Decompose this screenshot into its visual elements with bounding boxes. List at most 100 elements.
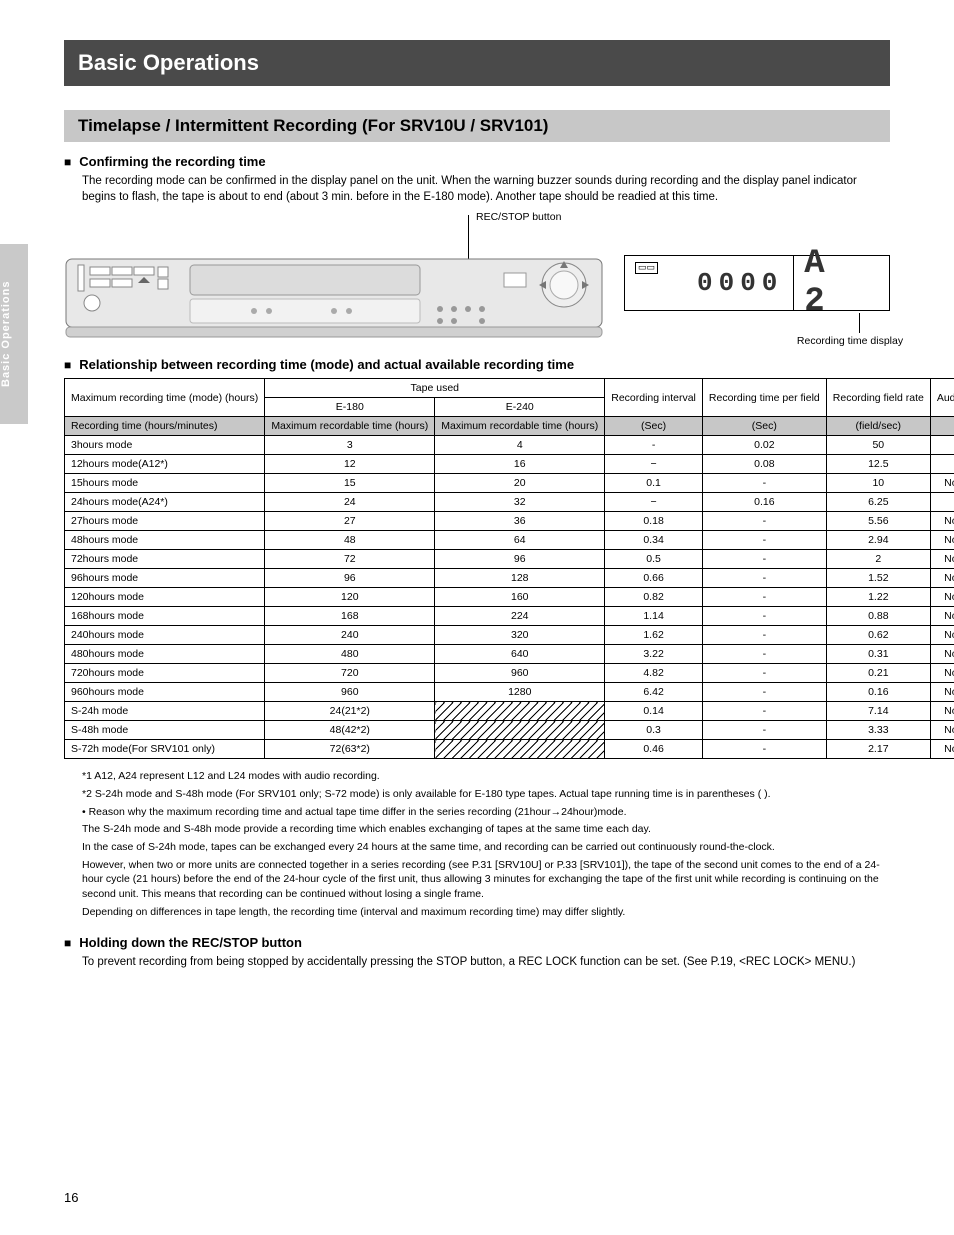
lcd-channel: A 2 xyxy=(804,245,879,321)
cell: 0.08 xyxy=(702,455,826,474)
sub-field: (field/sec) xyxy=(826,417,930,436)
th-audio: Audio recording xyxy=(930,379,954,417)
cell: 0.21 xyxy=(826,664,930,683)
lcd-label: Recording time display xyxy=(770,335,930,347)
table-row: 480hours mode4806403.22-0.31Not Possible xyxy=(65,645,954,664)
cell: 0.46 xyxy=(605,740,703,759)
cell: 224 xyxy=(435,607,605,626)
note1: *1 A12, A24 represent L12 and L24 modes … xyxy=(82,769,890,784)
cell: 0.66 xyxy=(605,569,703,588)
th-tape: Tape used xyxy=(265,379,605,398)
cell: 96 xyxy=(265,569,435,588)
cell: Not Possible xyxy=(930,569,954,588)
cell: Possible xyxy=(930,455,954,474)
cell: 20 xyxy=(435,474,605,493)
tape-icon: ▭▭ xyxy=(635,262,658,274)
table-row: 120hours mode1201600.82-1.22Not Possible xyxy=(65,588,954,607)
cell: 320 xyxy=(435,626,605,645)
lcd-display: ▭▭ 0000 A 2 xyxy=(624,255,890,311)
cell-mode: 960hours mode xyxy=(65,683,265,702)
section-title: Timelapse / Intermittent Recording (For … xyxy=(64,110,890,142)
cell: Not Possible xyxy=(930,588,954,607)
cell-mode: S-48h mode xyxy=(65,721,265,740)
cell: 0.62 xyxy=(826,626,930,645)
cell: Not Possible xyxy=(930,664,954,683)
cell-mode: 240hours mode xyxy=(65,626,265,645)
cell: 0.16 xyxy=(702,493,826,512)
cell: 2.94 xyxy=(826,531,930,550)
cell-mode: 15hours mode xyxy=(65,474,265,493)
cell: 16 xyxy=(435,455,605,474)
cell: - xyxy=(702,664,826,683)
cell: − xyxy=(605,455,703,474)
cell: 3.33 xyxy=(826,721,930,740)
cell: 960 xyxy=(435,664,605,683)
cell: 12 xyxy=(265,455,435,474)
cell: 2 xyxy=(826,550,930,569)
cell: 96 xyxy=(435,550,605,569)
subheading-table: Relationship between recording time (mod… xyxy=(64,357,890,372)
hold-body: To prevent recording from being stopped … xyxy=(82,954,890,970)
cell: Not Possible xyxy=(930,683,954,702)
cell-mode: 168hours mode xyxy=(65,607,265,626)
cell: 27 xyxy=(265,512,435,531)
cell: Not Possible xyxy=(930,740,954,759)
cell: - xyxy=(702,702,826,721)
cell: 50 xyxy=(826,436,930,455)
cell: 3.22 xyxy=(605,645,703,664)
sub-blank xyxy=(930,417,954,436)
cell: Not Possible xyxy=(930,607,954,626)
cell: - xyxy=(605,436,703,455)
cell: 24(21*2) xyxy=(265,702,435,721)
cell: 6.42 xyxy=(605,683,703,702)
subheading-confirm: Confirming the recording time xyxy=(64,154,890,169)
cell: - xyxy=(702,588,826,607)
page-number: 16 xyxy=(64,1190,78,1205)
cell: 7.14 xyxy=(826,702,930,721)
cell: 960 xyxy=(265,683,435,702)
cell: 0.14 xyxy=(605,702,703,721)
cell-mode: 3hours mode xyxy=(65,436,265,455)
cell: 0.34 xyxy=(605,531,703,550)
cell: 2.17 xyxy=(826,740,930,759)
cell: - xyxy=(702,550,826,569)
cell: 1.52 xyxy=(826,569,930,588)
table-row: S-24h mode24(21*2)0.14-7.14Not Possible xyxy=(65,702,954,721)
table-row: 24hours mode(A24*)2432−0.166.25Possible xyxy=(65,493,954,512)
sub-rectime: Recording time (hours/minutes) xyxy=(65,417,265,436)
table-row: 48hours mode48640.34-2.94Not Possible xyxy=(65,531,954,550)
cell: 720 xyxy=(265,664,435,683)
cell: 1.14 xyxy=(605,607,703,626)
table-row: S-72h mode(For SRV101 only)72(63*2)0.46-… xyxy=(65,740,954,759)
cell xyxy=(435,721,605,740)
table-row: 960hours mode96012806.42-0.16Not Possibl… xyxy=(65,683,954,702)
table-row: 240hours mode2403201.62-0.62Not Possible xyxy=(65,626,954,645)
cell: 4 xyxy=(435,436,605,455)
cell: 1.22 xyxy=(826,588,930,607)
table-row: 12hours mode(A12*)1216−0.0812.5Possible xyxy=(65,455,954,474)
note4-4: Depending on differences in tape length,… xyxy=(82,905,890,920)
callout-rec-stop: REC/STOP button xyxy=(476,211,561,223)
cell: 0.02 xyxy=(702,436,826,455)
cell: Not Possible xyxy=(930,702,954,721)
sub-sec1: (Sec) xyxy=(605,417,703,436)
cell: 160 xyxy=(435,588,605,607)
cell: 48 xyxy=(265,531,435,550)
table-row: 27hours mode27360.18-5.56Not Possible xyxy=(65,512,954,531)
cell: 1.62 xyxy=(605,626,703,645)
cell xyxy=(435,702,605,721)
cell-mode: 27hours mode xyxy=(65,512,265,531)
th-e240: E-240 xyxy=(435,398,605,417)
sub-max180: Maximum recordable time (hours) xyxy=(265,417,435,436)
table-row: 3hours mode34-0.0250Possible xyxy=(65,436,954,455)
cell: - xyxy=(702,626,826,645)
cell: 0.18 xyxy=(605,512,703,531)
cell-mode: 48hours mode xyxy=(65,531,265,550)
cell: 168 xyxy=(265,607,435,626)
cell-mode: 480hours mode xyxy=(65,645,265,664)
table-row: S-48h mode48(42*2)0.3-3.33Not Possible xyxy=(65,721,954,740)
table-row: 168hours mode1682241.14-0.88Not Possible xyxy=(65,607,954,626)
cell: 0.82 xyxy=(605,588,703,607)
cell: - xyxy=(702,721,826,740)
cell: 15 xyxy=(265,474,435,493)
